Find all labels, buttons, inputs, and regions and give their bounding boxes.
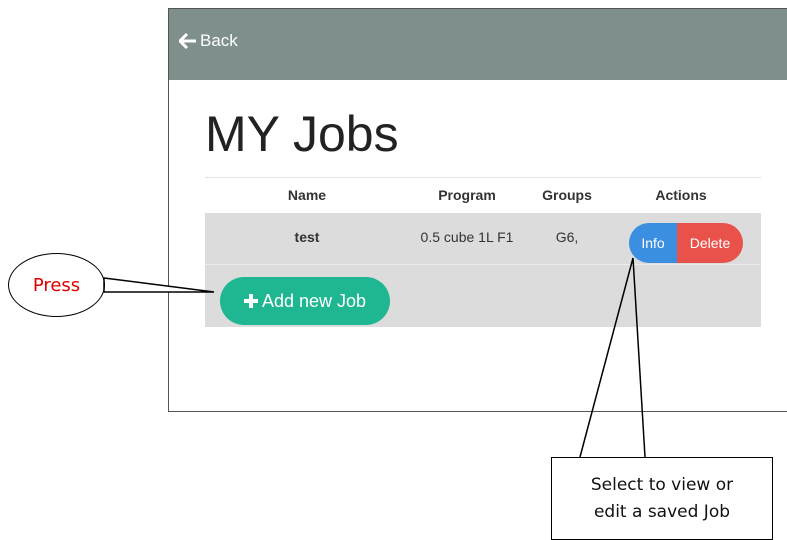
select-pointer-left xyxy=(579,257,634,458)
select-pointer-right xyxy=(632,257,646,458)
select-callout: Select to view or edit a saved Job xyxy=(551,457,773,540)
press-pointer xyxy=(103,277,215,293)
press-callout: Press xyxy=(8,253,105,317)
press-callout-text: Press xyxy=(32,274,81,296)
select-callout-line1: Select to view or xyxy=(590,475,734,496)
select-callout-line2: edit a saved Job xyxy=(593,501,731,522)
